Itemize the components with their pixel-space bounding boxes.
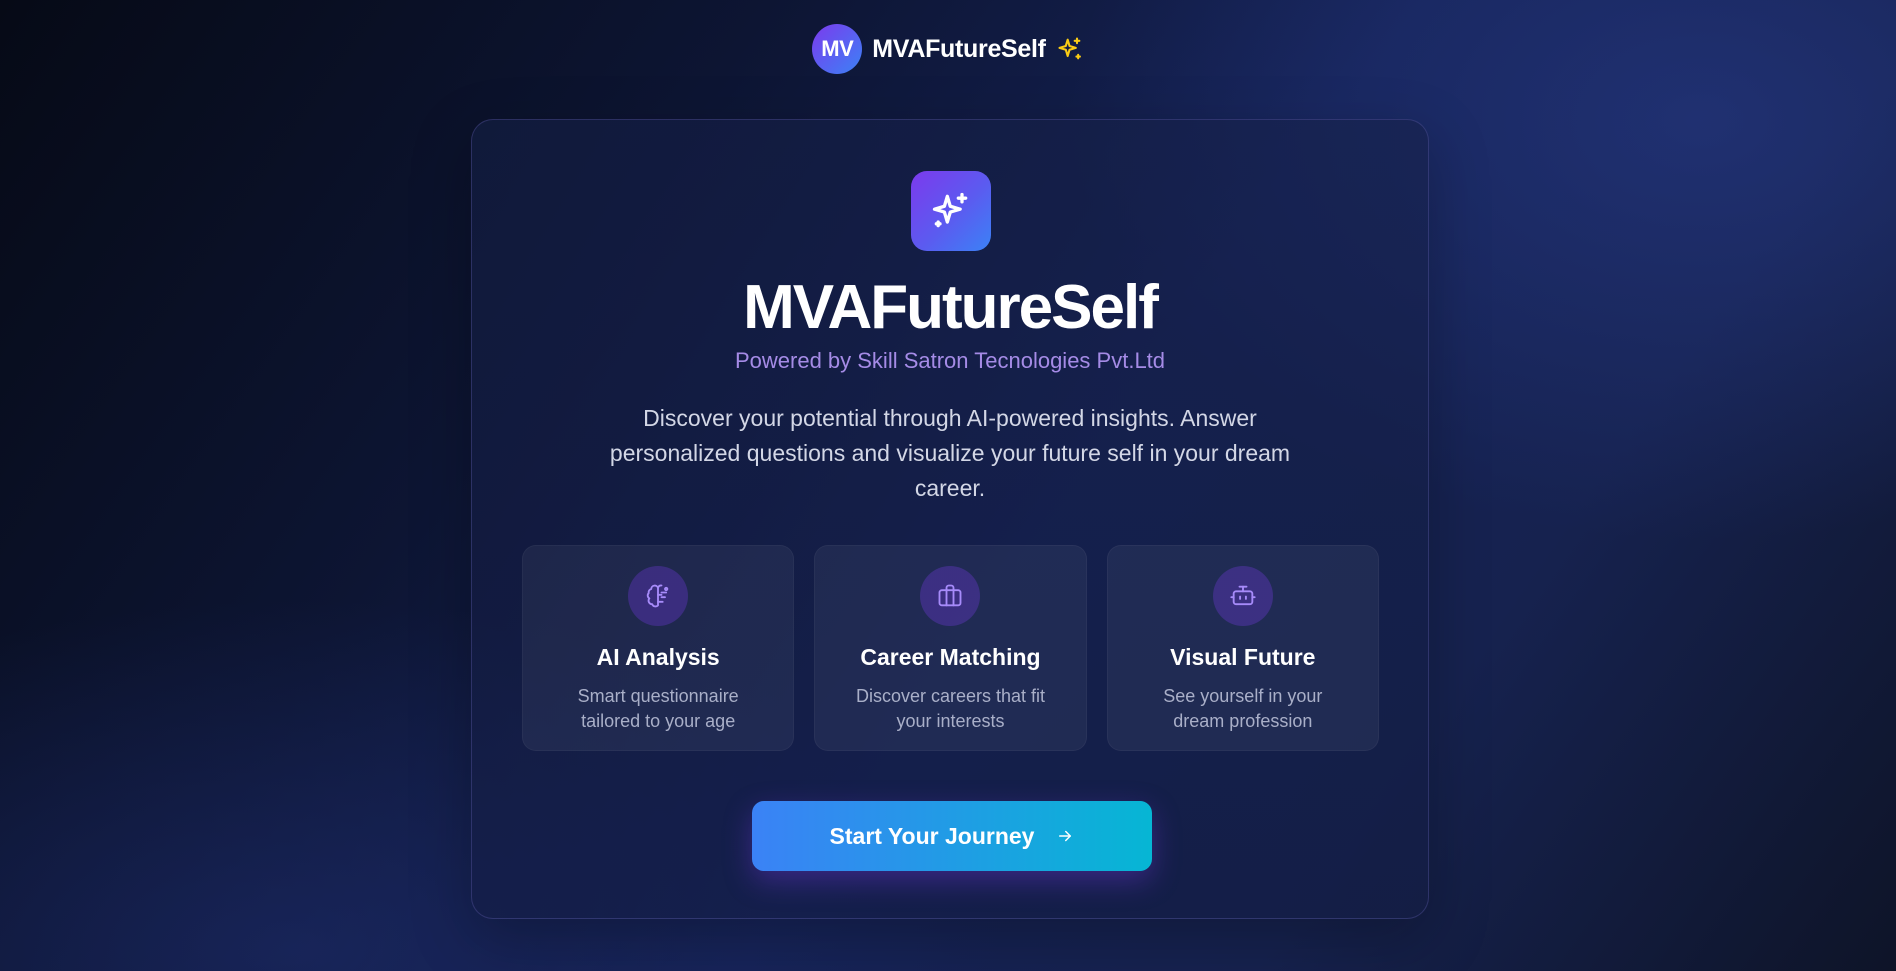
- start-journey-label: Start Your Journey: [829, 822, 1035, 849]
- arrow-right-icon: [1056, 827, 1074, 845]
- page-description: Discover your potential through AI-power…: [609, 405, 1291, 501]
- bot-icon: [1212, 566, 1273, 626]
- feature-description: Smart questionnaire tailored to your age: [577, 686, 739, 731]
- feature-list: AI Analysis Smart questionnaire tailored…: [522, 545, 1379, 751]
- feature-description: Discover careers that fit your interests: [855, 686, 1046, 731]
- avatar-initials: MV: [821, 36, 854, 61]
- welcome-card: MVAFutureSelf Powered by Skill Satron Te…: [471, 119, 1429, 919]
- feature-card-visual-future: Visual Future See yourself in your dream…: [1106, 545, 1379, 751]
- avatar[interactable]: MV: [812, 24, 863, 74]
- feature-description: See yourself in your dream profession: [1163, 686, 1323, 731]
- brand-name[interactable]: MVAFutureSelf: [872, 35, 1046, 64]
- hero-sparkles-icon: [911, 171, 991, 251]
- start-journey-button[interactable]: Start Your Journey: [752, 801, 1152, 871]
- top-header: MV MVAFutureSelf: [0, 24, 1896, 74]
- feature-title: AI Analysis: [596, 644, 720, 670]
- feature-title: Career Matching: [860, 644, 1041, 670]
- page-subtitle: Powered by Skill Satron Tecnologies Pvt.…: [734, 348, 1166, 373]
- briefcase-icon: [920, 566, 981, 626]
- brain-icon: [628, 566, 689, 626]
- feature-card-ai-analysis: AI Analysis Smart questionnaire tailored…: [522, 545, 795, 751]
- feature-title: Visual Future: [1170, 644, 1316, 670]
- feature-card-career-matching: Career Matching Discover careers that fi…: [814, 545, 1087, 751]
- sparkles-icon: [1056, 35, 1084, 63]
- page-title: MVAFutureSelf: [743, 273, 1159, 342]
